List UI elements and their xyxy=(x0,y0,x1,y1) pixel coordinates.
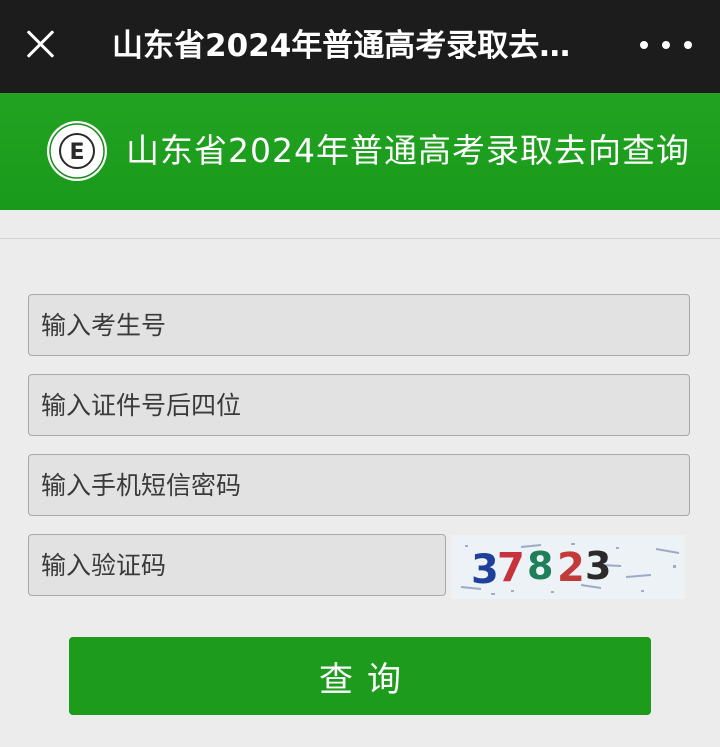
captcha-char-1: 3 xyxy=(471,547,499,593)
page-header-banner: E 山东省2024年普通高考录取去向查询 xyxy=(0,93,720,210)
titlebar: 山东省2024年普通高考录取去… xyxy=(0,0,720,93)
exam-authority-logo: E xyxy=(47,121,107,181)
page-title: 山东省2024年普通高考录取去向查询 xyxy=(126,131,690,170)
query-button[interactable]: 查询 xyxy=(69,637,651,715)
titlebar-title: 山东省2024年普通高考录取去… xyxy=(112,28,571,64)
logo-letter: E xyxy=(69,140,84,165)
captcha-input[interactable] xyxy=(28,534,446,596)
more-icon[interactable] xyxy=(640,30,692,60)
captcha-char-5: 3 xyxy=(585,544,611,588)
captcha-image[interactable]: 3 7 8 2 3 xyxy=(451,535,685,599)
captcha-char-2: 7 xyxy=(497,545,525,591)
divider xyxy=(0,238,720,239)
exam-number-input[interactable] xyxy=(28,294,690,356)
captcha-char-4: 2 xyxy=(557,545,585,591)
sms-password-input[interactable] xyxy=(28,454,690,516)
captcha-char-3: 8 xyxy=(527,544,553,588)
close-icon[interactable] xyxy=(18,22,62,66)
id-last4-input[interactable] xyxy=(28,374,690,436)
